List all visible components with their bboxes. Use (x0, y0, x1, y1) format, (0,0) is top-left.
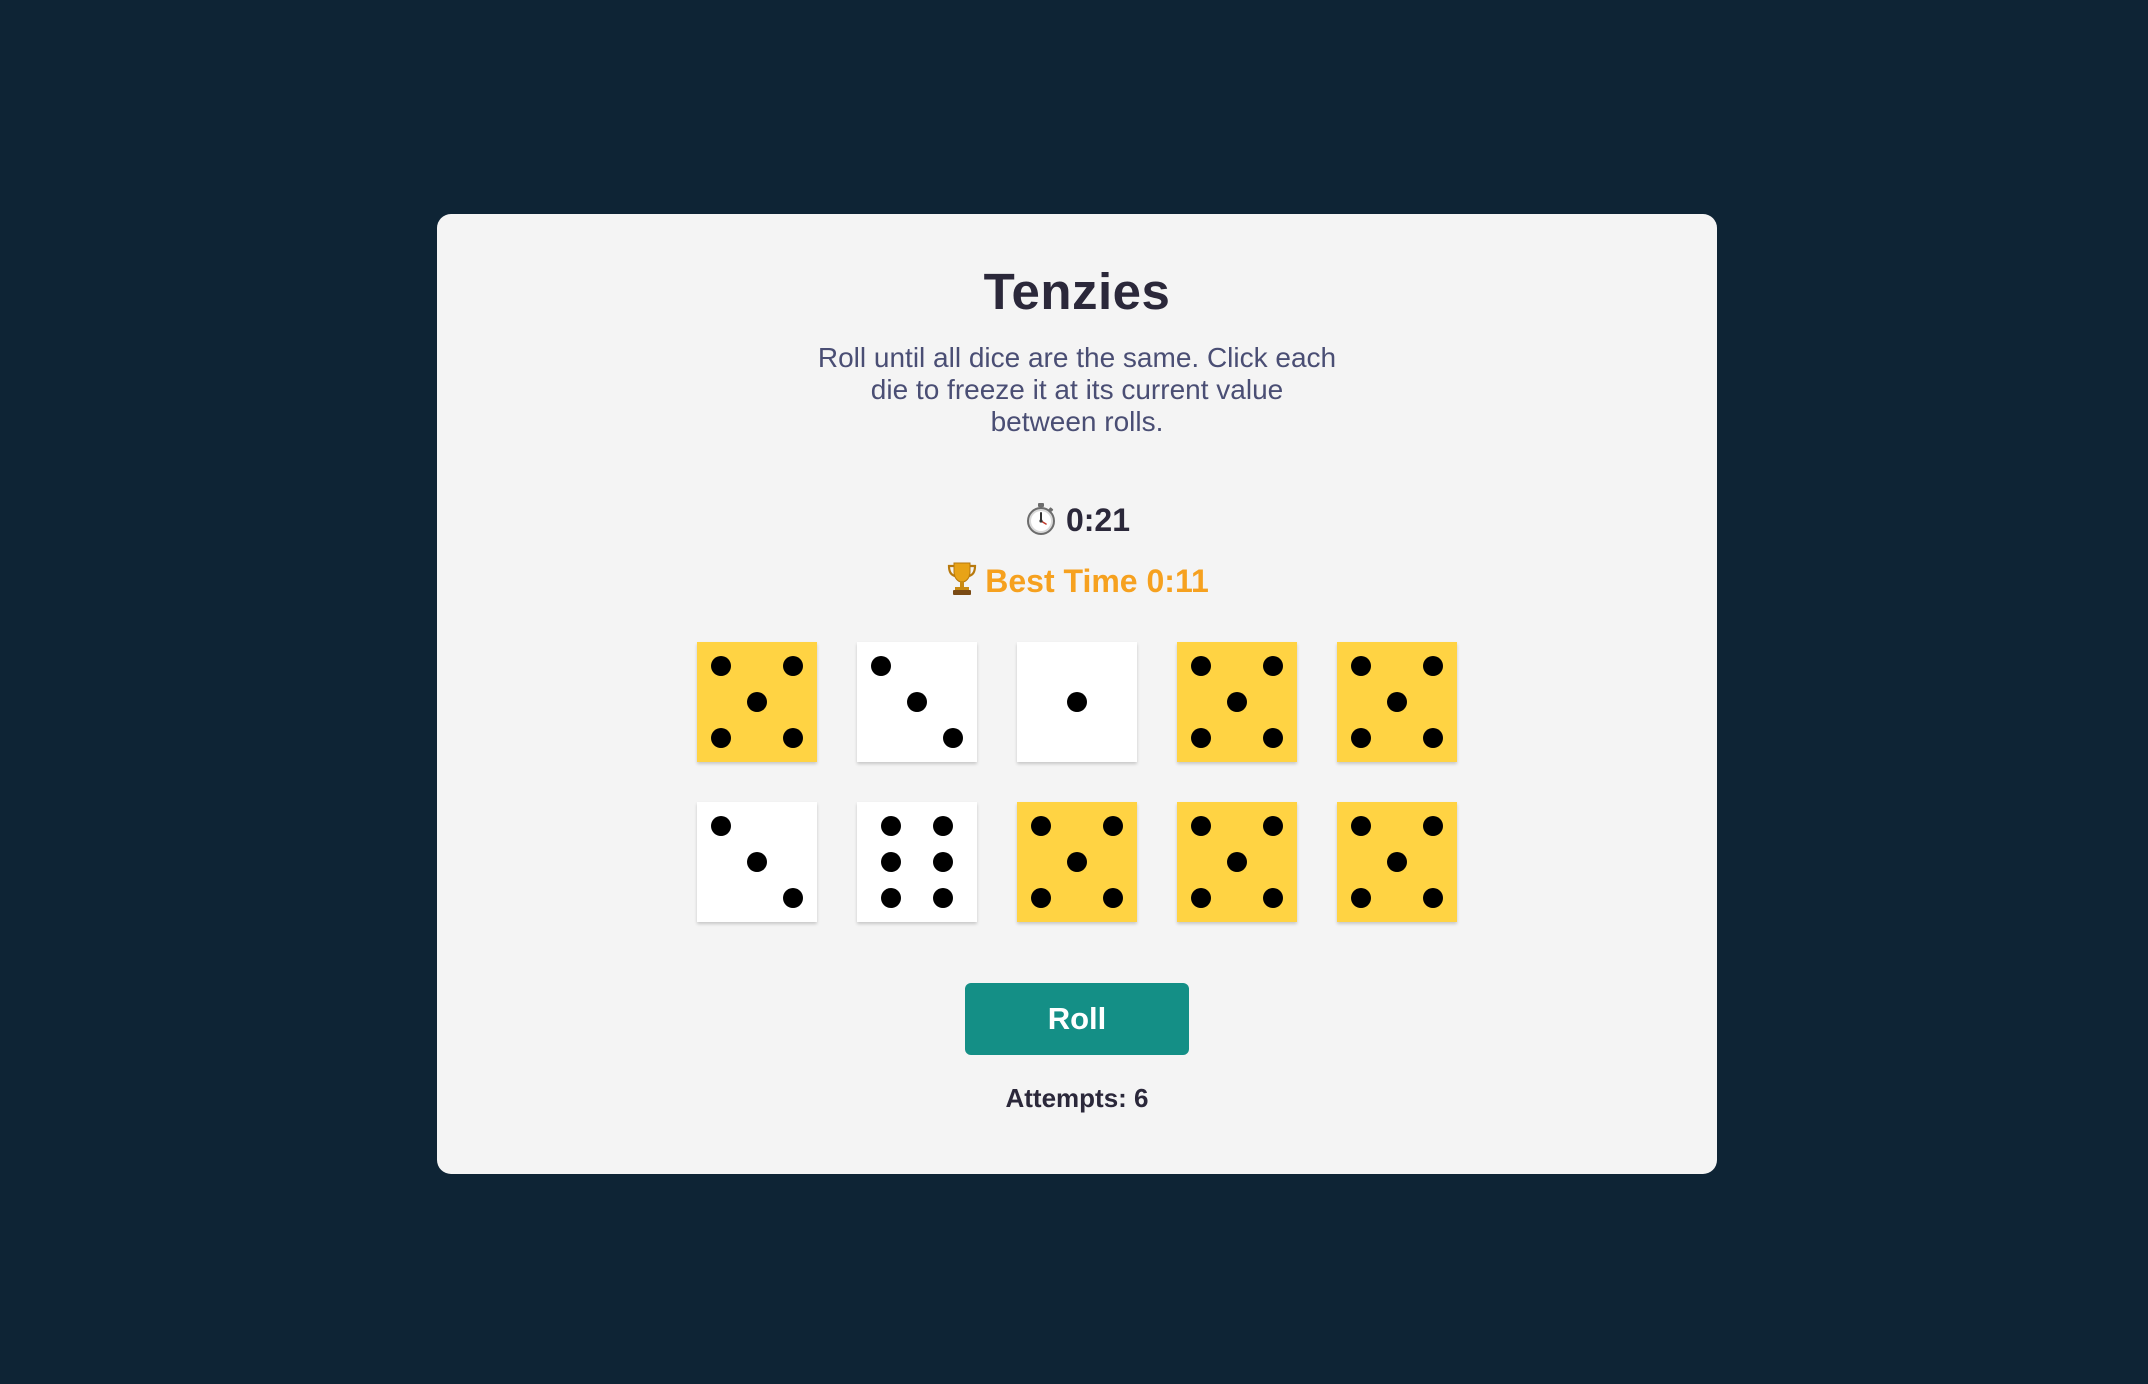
die-pip (1227, 852, 1247, 872)
die-pip (1067, 692, 1087, 712)
die-pip (881, 816, 902, 836)
die-pip (1067, 852, 1087, 872)
die-pip (871, 656, 891, 676)
die-9[interactable] (1177, 802, 1297, 922)
timer-value: 0:21 (1065, 502, 1131, 538)
die-pip (1191, 728, 1211, 748)
die-pip (1103, 888, 1123, 908)
die-pip (932, 888, 953, 908)
game-panel: Tenzies Roll until all dice are the same… (437, 214, 1717, 1174)
die-pip (711, 816, 731, 836)
die-10[interactable] (1337, 802, 1457, 922)
die-pip (1191, 888, 1211, 908)
die-6[interactable] (697, 802, 817, 922)
die-pip (1191, 816, 1211, 836)
roll-button[interactable]: Roll (965, 983, 1189, 1055)
die-7[interactable] (857, 802, 977, 922)
die-pip (1351, 728, 1371, 748)
die-pip (1423, 656, 1443, 676)
game-title: Tenzies (983, 263, 1171, 320)
die-pip (1031, 816, 1051, 836)
timer: 0:21 (437, 500, 1717, 540)
die-pip (1351, 656, 1371, 676)
die-pip (907, 692, 927, 712)
die-3[interactable] (1017, 642, 1137, 762)
die-pip (1423, 728, 1443, 748)
die-4[interactable] (1177, 642, 1297, 762)
die-pip (783, 728, 803, 748)
die-pip (1423, 816, 1443, 836)
die-pip (1263, 656, 1283, 676)
die-pip (1263, 816, 1283, 836)
die-pip (932, 816, 953, 836)
die-pip (1227, 692, 1247, 712)
die-pip (1423, 888, 1443, 908)
die-pip (1351, 888, 1371, 908)
die-pip (747, 852, 767, 872)
die-pip (711, 656, 731, 676)
die-pip (1263, 888, 1283, 908)
attempts-counter: Attempts: 6 (1005, 1083, 1149, 1113)
dice-grid (697, 642, 1457, 922)
die-pip (1387, 852, 1407, 872)
die-pip (1263, 728, 1283, 748)
die-pip (881, 852, 902, 872)
die-8[interactable] (1017, 802, 1137, 922)
trophy-icon (948, 562, 977, 595)
die-pip (783, 656, 803, 676)
die-pip (1103, 816, 1123, 836)
stopwatch-icon (1026, 503, 1055, 535)
die-pip (783, 888, 803, 908)
best-time-label: Best Time 0:11 (985, 563, 1209, 599)
die-5[interactable] (1337, 642, 1457, 762)
die-pip (1387, 692, 1407, 712)
die-pip (1031, 888, 1051, 908)
instructions-text: Roll until all dice are the same. Click … (817, 342, 1337, 437)
die-2[interactable] (857, 642, 977, 762)
die-pip (1191, 656, 1211, 676)
die-1[interactable] (697, 642, 817, 762)
die-pip (881, 888, 902, 908)
die-pip (711, 728, 731, 748)
best-time: Best Time 0:11 (437, 560, 1717, 601)
die-pip (1351, 816, 1371, 836)
die-pip (932, 852, 953, 872)
die-pip (747, 692, 767, 712)
die-pip (943, 728, 963, 748)
